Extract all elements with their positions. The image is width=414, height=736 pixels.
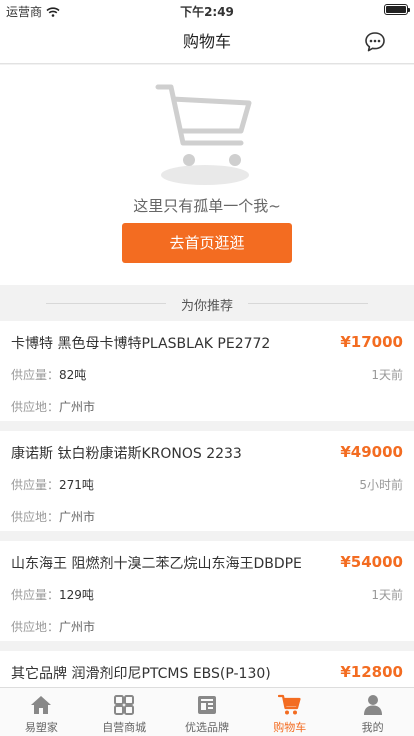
recommend-title: 为你推荐 bbox=[180, 299, 233, 314]
cart-page: 运营商 下午2:49 购物车 这里只有孤单一个我~ 去首页逛逛 为你推荐 卡博特… bbox=[0, 0, 414, 736]
origin-value: 广州市 bbox=[59, 510, 96, 524]
product-name: 其它品牌 润滑剂印尼PTCMS EBS(P-130) bbox=[11, 666, 271, 682]
supply-row: 供应量：129吨 bbox=[11, 586, 94, 603]
tab-brand[interactable]: 优选品牌 bbox=[166, 688, 249, 736]
product-price: ¥12800 bbox=[340, 663, 403, 681]
product-name: 卡博特 黑色母卡博特PLASBLAK PE2772 bbox=[11, 336, 271, 352]
product-price: ¥17000 bbox=[340, 333, 403, 351]
status-bar: 运营商 下午2:49 bbox=[0, 0, 414, 20]
go-home-button[interactable]: 去首页逛逛 bbox=[122, 223, 292, 263]
recommend-header: 为你推荐 bbox=[0, 285, 414, 321]
product-name: 山东海王 阻燃剂十溴二苯乙烷山东海王DBDPE bbox=[11, 556, 302, 572]
cart-icon bbox=[277, 694, 301, 715]
tab-mall[interactable]: 自营商城 bbox=[83, 688, 166, 736]
product-price: ¥49000 bbox=[340, 443, 403, 461]
home-icon bbox=[31, 696, 52, 714]
tab-label: 易塑家 bbox=[24, 721, 58, 734]
supply-value: 271吨 bbox=[59, 478, 94, 492]
origin-label: 供应地： bbox=[11, 510, 60, 524]
tab-bar: 易塑家 自营商城 优选品牌 购物车 我的 bbox=[0, 687, 414, 736]
brand-icon bbox=[197, 696, 216, 714]
tab-cart[interactable]: 购物车 bbox=[248, 688, 331, 736]
page-title: 购物车 bbox=[182, 32, 231, 51]
supply-label: 供应量： bbox=[11, 588, 60, 602]
product-card[interactable]: 山东海王 阻燃剂十溴二苯乙烷山东海王DBDPE ¥54000 供应量：129吨 … bbox=[0, 541, 414, 641]
supply-value: 82吨 bbox=[59, 368, 87, 382]
status-time: 下午2:49 bbox=[180, 5, 234, 19]
tab-label: 优选品牌 bbox=[184, 721, 229, 734]
origin-label: 供应地： bbox=[11, 400, 60, 414]
origin-value: 广州市 bbox=[59, 400, 96, 414]
person-icon bbox=[363, 695, 382, 715]
nav-bar: 购物车 bbox=[0, 20, 414, 64]
supply-label: 供应量： bbox=[11, 368, 60, 382]
origin-row: 供应地：广州市 bbox=[11, 508, 95, 525]
empty-cart-section: 这里只有孤单一个我~ 去首页逛逛 bbox=[0, 65, 414, 285]
product-card[interactable]: 康诺斯 钛白粉康诺斯KRONOS 2233 ¥49000 供应量：271吨 5小… bbox=[0, 431, 414, 531]
tab-home[interactable]: 易塑家 bbox=[0, 688, 83, 736]
supply-row: 供应量：271吨 bbox=[11, 476, 94, 493]
divider-right bbox=[248, 303, 368, 304]
origin-label: 供应地： bbox=[11, 620, 60, 634]
posted-time: 5小时前 bbox=[359, 478, 403, 492]
supply-value: 129吨 bbox=[59, 588, 94, 602]
posted-time: 1天前 bbox=[371, 368, 403, 382]
posted-time: 1天前 bbox=[371, 588, 403, 602]
tab-label: 自营商城 bbox=[102, 721, 147, 734]
chat-icon[interactable] bbox=[364, 31, 386, 53]
origin-row: 供应地：广州市 bbox=[11, 618, 95, 635]
tab-label: 我的 bbox=[361, 721, 384, 734]
product-name: 康诺斯 钛白粉康诺斯KRONOS 2233 bbox=[11, 446, 242, 462]
origin-value: 广州市 bbox=[59, 620, 96, 634]
origin-row: 供应地：广州市 bbox=[11, 398, 95, 415]
empty-cart-message: 这里只有孤单一个我~ bbox=[133, 197, 281, 215]
supply-label: 供应量： bbox=[11, 478, 60, 492]
product-price: ¥54000 bbox=[340, 553, 403, 571]
product-card[interactable]: 卡博特 黑色母卡博特PLASBLAK PE2772 ¥17000 供应量：82吨… bbox=[0, 321, 414, 421]
tab-label: 购物车 bbox=[273, 721, 307, 734]
tab-profile[interactable]: 我的 bbox=[331, 688, 414, 736]
empty-cart-icon bbox=[155, 84, 252, 185]
supply-row: 供应量：82吨 bbox=[11, 366, 86, 383]
grid-icon bbox=[114, 695, 135, 715]
battery-icon bbox=[384, 4, 410, 15]
